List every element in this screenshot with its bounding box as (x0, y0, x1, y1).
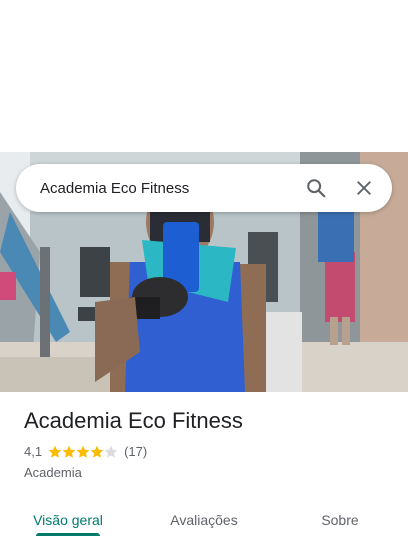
search-icon (307, 179, 326, 198)
place-category: Academia (24, 465, 82, 480)
tab-overview-label: Visão geral (33, 512, 103, 528)
star-icon (76, 445, 90, 458)
review-count[interactable]: (17) (124, 444, 147, 459)
star-icon (104, 445, 118, 458)
search-bar[interactable]: Academia Eco Fitness (16, 164, 392, 212)
search-input[interactable]: Academia Eco Fitness (16, 180, 292, 197)
rating-value: 4,1 (24, 444, 43, 459)
tab-reviews[interactable]: Avaliações (136, 496, 272, 544)
tab-about-label: Sobre (321, 512, 359, 528)
star-icon (48, 445, 62, 458)
active-tab-indicator (36, 533, 100, 536)
close-button[interactable] (340, 164, 388, 212)
star-icon (90, 445, 104, 458)
tab-reviews-label: Avaliações (170, 512, 238, 528)
rating-row[interactable]: 4,1 (17) (24, 444, 147, 459)
tab-bar: Visão geral Avaliações Sobre (0, 496, 408, 544)
place-title: Academia Eco Fitness (24, 408, 243, 433)
close-icon (357, 181, 371, 195)
tab-about[interactable]: Sobre (272, 496, 408, 544)
star-rating (48, 445, 118, 459)
tab-overview[interactable]: Visão geral (0, 496, 136, 544)
star-icon (62, 445, 76, 458)
search-button[interactable] (292, 164, 340, 212)
